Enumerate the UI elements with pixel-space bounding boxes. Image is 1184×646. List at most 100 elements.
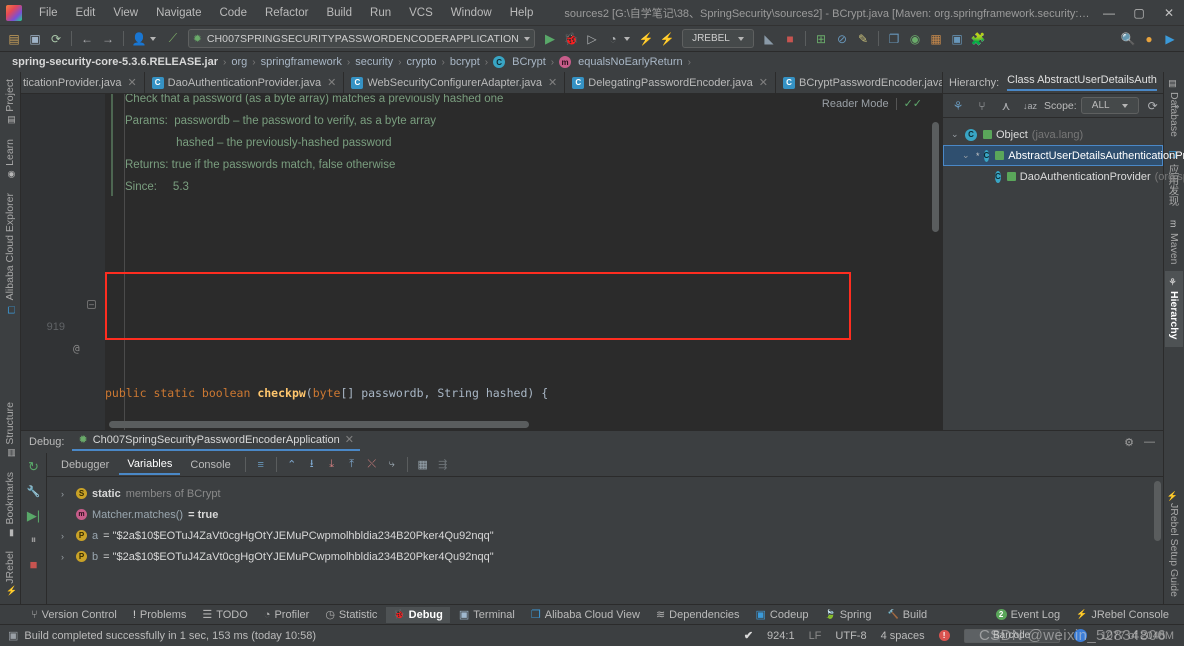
toolwindow-codeup[interactable]: ▣ Codeup: [749, 606, 816, 623]
settings-wrench-icon[interactable]: 🔧: [25, 485, 43, 498]
inspection-status-icon[interactable]: ✓✓: [904, 97, 922, 110]
editor-tab-websecurityconfigureradapter[interactable]: C WebSecurityConfigurerAdapter.java ✕: [344, 72, 566, 93]
jrebel-selector[interactable]: JREBEL: [681, 29, 754, 48]
variable-row-a[interactable]: › P a = "$2a$10$EOTuJ4ZaVt0cgHgOtYJEMuPC…: [47, 525, 1163, 546]
chevron-down-icon[interactable]: [1121, 103, 1128, 108]
step-over-icon[interactable]: ⌃: [283, 456, 301, 474]
file-encoding[interactable]: UTF-8: [835, 630, 866, 642]
editor-horizontal-scrollbar[interactable]: [109, 421, 529, 428]
error-badge-icon[interactable]: !: [938, 630, 950, 641]
menu-item-edit[interactable]: Edit: [67, 3, 105, 23]
chevron-down-icon[interactable]: [150, 36, 156, 41]
run-configuration-selector[interactable]: ✹ CH007SPRINGSECURITYPASSWORDENCODERAPPL…: [188, 29, 535, 48]
variables-list[interactable]: › S static members of BCrypt m Matcher.m…: [47, 477, 1163, 573]
refresh-icon[interactable]: ⟳: [1143, 96, 1163, 116]
tab-debugger[interactable]: Debugger: [53, 456, 117, 474]
memory-indicator[interactable]: Barcode: [963, 628, 1060, 643]
menu-item-vcs[interactable]: VCS: [400, 3, 442, 23]
breadcrumb-class[interactable]: BCrypt: [512, 56, 546, 68]
toolwindow-todo[interactable]: ☰ TODO: [195, 606, 254, 623]
terminal-icon[interactable]: ▣: [947, 29, 967, 49]
menu-item-refactor[interactable]: Refactor: [256, 3, 317, 23]
menu-item-code[interactable]: Code: [210, 3, 256, 23]
disable-icon[interactable]: ⊘: [832, 29, 852, 49]
database-icon[interactable]: ❐: [884, 29, 904, 49]
status-message-area[interactable]: ▣ Build completed successfully in 1 sec,…: [0, 629, 316, 643]
menu-item-help[interactable]: Help: [501, 3, 543, 23]
toolwindow-dependencies[interactable]: ≋ Dependencies: [649, 606, 747, 623]
profile-button[interactable]: ◔: [603, 29, 623, 49]
indent-setting[interactable]: 4 spaces: [881, 630, 925, 642]
vcs-widget-icon[interactable]: ✔: [744, 629, 753, 642]
tab-variables[interactable]: Variables: [119, 455, 181, 475]
attach-debugger-icon[interactable]: ◣: [759, 29, 779, 49]
tree-node-daoauthenticationprovider[interactable]: C DaoAuthenticationProvider (org.spring: [943, 166, 1184, 187]
search-everywhere-icon[interactable]: 🔍: [1118, 29, 1138, 49]
line-separator[interactable]: LF: [809, 630, 822, 642]
reader-mode-indicator[interactable]: Reader Mode ✓✓: [817, 97, 926, 110]
rerun-icon[interactable]: ↻: [25, 459, 43, 475]
step-into-icon[interactable]: ⭳: [303, 456, 321, 474]
build-hammer-icon[interactable]: ⟋: [163, 29, 183, 49]
toolwindow-build[interactable]: 🔨 Build: [880, 607, 934, 623]
chevron-right-icon[interactable]: ›: [61, 552, 71, 562]
notification-dot-icon[interactable]: [1073, 629, 1087, 642]
breadcrumb-item-springframework[interactable]: springframework: [261, 56, 342, 68]
menu-item-view[interactable]: View: [104, 3, 147, 23]
close-button[interactable]: ✕: [1154, 1, 1184, 25]
chevron-down-icon[interactable]: [737, 36, 744, 41]
close-icon[interactable]: ✕: [759, 76, 768, 89]
gear-icon[interactable]: ⚙: [1124, 436, 1134, 449]
resume-program-icon[interactable]: ▶|: [25, 508, 43, 524]
toolwindow-alibaba-cloud-view[interactable]: ❐ Alibaba Cloud View: [524, 606, 647, 623]
open-folder-icon[interactable]: ▤: [4, 29, 24, 49]
toolwindow-problems[interactable]: ! Problems: [126, 607, 194, 623]
supertypes-hierarchy-icon[interactable]: ⋏: [996, 96, 1016, 116]
search-dot-icon[interactable]: ◉: [905, 29, 925, 49]
editor-vertical-scrollbar[interactable]: [932, 122, 939, 232]
editor-tab-bcryptpasswordencoder[interactable]: C BCryptPasswordEncoder.java ✕: [776, 72, 942, 93]
menu-bar[interactable]: File Edit View Navigate Code Refactor Bu…: [30, 3, 542, 23]
stop-program-icon[interactable]: ■: [25, 557, 43, 572]
type-hierarchy-icon[interactable]: ⚘: [948, 96, 968, 116]
sync-icon[interactable]: ⟳: [46, 29, 66, 49]
hierarchy-tab[interactable]: Class AbstractUserDetailsAuthenticationP: [1007, 74, 1157, 91]
tab-console[interactable]: Console: [182, 456, 238, 474]
hierarchy-tree[interactable]: ⌄ C Object (java.lang) ⌄ * C AbstractUse…: [943, 118, 1184, 193]
profile-dropdown-icon[interactable]: 👤: [129, 29, 149, 49]
toolwindow-jrebel-console[interactable]: ⚡ JRebel Console: [1069, 607, 1176, 623]
menu-item-file[interactable]: File: [30, 3, 67, 23]
toolwindow-event-log[interactable]: 2 Event Log: [989, 607, 1068, 623]
step-out-icon[interactable]: ⤒: [343, 456, 361, 474]
tree-node-abstractuserdetailsauthenticationprovider[interactable]: ⌄ * C AbstractUserDetailsAuthenticationP…: [943, 145, 1184, 166]
sort-alphabetically-icon[interactable]: ↓az: [1020, 96, 1040, 116]
editor-tab-ticationprovider[interactable]: ticationProvider.java ✕: [21, 72, 145, 93]
toolwindow-terminal[interactable]: ▣ Terminal: [452, 606, 522, 623]
jrebel-run-icon[interactable]: ⚡: [636, 29, 656, 49]
breadcrumb-jar[interactable]: spring-security-core-5.3.6.RELEASE.jar: [12, 56, 218, 68]
layout-grid-icon[interactable]: ▦: [926, 29, 946, 49]
sidebar-item-structure[interactable]: ▥ Structure: [1, 395, 19, 465]
run-button[interactable]: ▶: [540, 29, 560, 49]
update-application-icon[interactable]: ⊞: [811, 29, 831, 49]
breadcrumb-method[interactable]: equalsNoEarlyReturn: [578, 56, 683, 68]
close-icon[interactable]: ✕: [345, 433, 354, 446]
pause-program-icon[interactable]: ⏸: [25, 534, 43, 547]
chevron-right-icon[interactable]: ›: [61, 531, 71, 541]
navigate-forward-icon[interactable]: →: [98, 29, 118, 49]
navigate-back-icon[interactable]: ←: [77, 29, 97, 49]
variable-row-b[interactable]: › P b = "$2a$10$EOTuJ4ZaVt0cgHgOtYJEMuPC…: [47, 546, 1163, 567]
variable-row-static-members[interactable]: › S static members of BCrypt: [47, 483, 1163, 504]
variable-row-matcher-matches[interactable]: m Matcher.matches() = true: [47, 504, 1163, 525]
code-editor[interactable]: Check that a password (as a byte array) …: [21, 94, 942, 430]
breadcrumb-item-security[interactable]: security: [355, 56, 393, 68]
fold-toggle-icon[interactable]: –: [87, 300, 96, 309]
hide-icon[interactable]: —: [1144, 436, 1155, 449]
save-all-icon[interactable]: ▣: [25, 29, 45, 49]
close-icon[interactable]: ✕: [327, 76, 336, 89]
chevron-down-icon[interactable]: [623, 36, 630, 41]
menu-item-window[interactable]: Window: [442, 3, 501, 23]
minimize-button[interactable]: —: [1094, 1, 1124, 25]
chevron-down-icon[interactable]: ⌄: [951, 129, 961, 140]
debug-vertical-scrollbar[interactable]: [1154, 481, 1161, 541]
